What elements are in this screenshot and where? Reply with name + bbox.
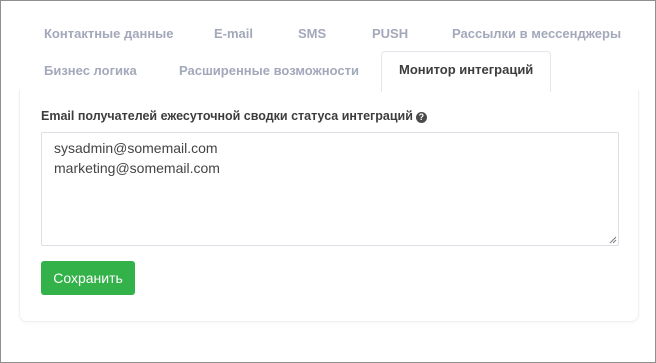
recipients-field-label-text: Email получателей ежесуточной сводки ста… (41, 109, 413, 123)
tab-messenger-mailings[interactable]: Рассылки в мессенджеры (452, 16, 621, 52)
question-circle-icon[interactable]: ? (415, 112, 427, 123)
tab-business-logic[interactable]: Бизнес логика (44, 53, 137, 89)
window-frame: Контактные данные E-mail SMS PUSH Рассыл… (0, 0, 656, 363)
recipients-textarea[interactable]: sysadmin@somemail.com marketing@somemail… (41, 132, 619, 246)
tab-contact-data[interactable]: Контактные данные (44, 16, 174, 52)
recipient-email-line: marketing@somemail.com (54, 160, 220, 176)
tab-email[interactable]: E-mail (214, 16, 253, 52)
settings-panel: Email получателей ежесуточной сводки ста… (19, 90, 639, 322)
resize-grip-icon[interactable] (609, 236, 617, 244)
recipient-email-line: sysadmin@somemail.com (54, 140, 218, 156)
tab-bar: Контактные данные E-mail SMS PUSH Рассыл… (19, 15, 638, 92)
tab-sms[interactable]: SMS (298, 16, 326, 52)
recipients-field-label: Email получателей ежесуточной сводки ста… (41, 109, 427, 123)
tab-integration-monitor[interactable]: Монитор интеграций (381, 51, 552, 92)
tab-push[interactable]: PUSH (372, 16, 408, 52)
save-button[interactable]: Сохранить (41, 261, 135, 295)
tab-advanced-features[interactable]: Расширенные возможности (179, 53, 359, 89)
